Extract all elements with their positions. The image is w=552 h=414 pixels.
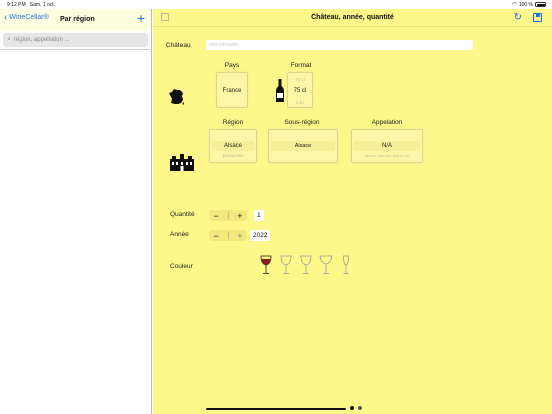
region-value: Alsace	[223, 143, 242, 149]
page-dot[interactable]	[350, 406, 354, 410]
format-label: Format	[290, 62, 312, 69]
status-bar: 9:12 PM Sam. 1 oct. ◠ 100 %	[0, 0, 552, 9]
bottle-icon	[276, 79, 284, 102]
sweet-wine-glass-icon[interactable]	[319, 255, 333, 275]
rose-wine-glass-icon[interactable]	[299, 255, 313, 275]
page-dots[interactable]	[350, 406, 362, 410]
castle-icon	[170, 154, 194, 171]
format-next: 1,5 l	[295, 100, 305, 105]
quantite-value: 1	[254, 210, 264, 221]
sous-region-value: Alsace	[294, 143, 312, 149]
search-placeholder: région, appellation ...	[13, 37, 70, 43]
sous-region-picker[interactable]: Alsace	[268, 129, 338, 163]
wifi-icon: ◠	[511, 2, 517, 8]
format-prev: 70 cl	[295, 77, 305, 82]
sidebar-title: Par région	[60, 16, 95, 23]
france-map-icon	[169, 89, 184, 105]
format-picker[interactable]: 70 cl 75 cl 1,5 l	[287, 72, 313, 108]
sidebar: ‹ WineCellar® Par région + ⌕ région, app…	[0, 9, 152, 414]
page-dot[interactable]	[358, 406, 362, 410]
quantite-stepper[interactable]: − +	[209, 210, 247, 221]
couleur-label: Couleur	[170, 263, 193, 270]
search-icon: ⌕	[7, 36, 11, 43]
red-wine-glass-icon[interactable]	[259, 255, 273, 275]
back-label: WineCellar®	[9, 14, 49, 21]
chateau-label: Château	[166, 42, 191, 49]
appelation-label: Appelation	[371, 119, 403, 126]
status-right: ◠ 100 %	[512, 1, 546, 8]
battery-percent: 100 %	[518, 1, 533, 8]
annee-label: Année	[170, 231, 189, 238]
plus-icon[interactable]: +	[137, 11, 145, 25]
annee-stepper[interactable]: − +	[209, 230, 247, 241]
appelation-next: Alsace premier grand cru	[364, 153, 410, 158]
couleur-selector	[259, 255, 353, 275]
pays-value: France	[222, 88, 242, 94]
chateau-input[interactable]: non-consulté	[206, 40, 473, 50]
appelation-value: N/A	[381, 143, 392, 149]
region-label: Région	[222, 119, 244, 126]
format-value: 75 cl	[293, 88, 307, 94]
battery-icon	[535, 2, 546, 7]
search-input[interactable]: ⌕ région, appellation ...	[3, 33, 148, 47]
annee-value: 2022	[250, 230, 271, 241]
page-title: Château, année, quantité	[311, 14, 394, 21]
scroll-indicator	[206, 408, 346, 410]
main-pane: Château, année, quantité ↻ Château non-c…	[153, 9, 552, 414]
region-next: Beaujolais	[222, 153, 244, 158]
sous-region-label: Sous-région	[284, 119, 320, 126]
back-button[interactable]: ‹ WineCellar®	[4, 12, 49, 23]
appelation-picker[interactable]: N/A Alsace premier grand cru	[351, 129, 423, 163]
chevron-left-icon: ‹	[4, 12, 8, 23]
pays-picker[interactable]: France	[216, 72, 248, 108]
minus-icon[interactable]: −	[213, 231, 218, 241]
region-picker[interactable]: Alsace Beaujolais	[209, 129, 257, 163]
sidebar-header: ‹ WineCellar® Par région +	[0, 9, 151, 31]
divider	[0, 49, 152, 50]
refresh-icon[interactable]: ↻	[514, 12, 522, 23]
minus-icon[interactable]: −	[213, 211, 218, 221]
white-wine-glass-icon[interactable]	[279, 255, 293, 275]
pays-label: Pays	[224, 62, 240, 69]
champagne-flute-icon[interactable]	[339, 255, 353, 275]
quantite-label: Quantité	[170, 211, 195, 218]
status-time: 9:12 PM Sam. 1 oct.	[7, 2, 56, 8]
save-icon[interactable]	[533, 13, 542, 22]
plus-icon[interactable]: +	[237, 231, 242, 241]
plus-icon[interactable]: +	[237, 211, 242, 221]
nav-bar: Château, année, quantité ↻	[153, 9, 552, 27]
